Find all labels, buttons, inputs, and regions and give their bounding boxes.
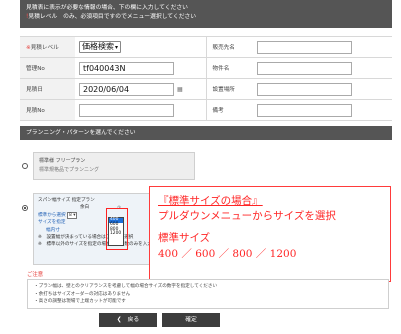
- annotation-callout: 『標準サイズの場合』 プルダウンメニューからサイズを選択 標準サイズ 400 ／…: [149, 186, 391, 282]
- remarks-input[interactable]: [257, 103, 352, 117]
- standard-select-label: 標準から選択: [38, 212, 66, 218]
- free-plan-title: 標準様 フリープラン: [39, 158, 86, 164]
- span-note-1: ※ 設置幅が決まっている場合はこちらを選択: [38, 235, 134, 241]
- span-plan-radio[interactable]: [22, 205, 28, 211]
- sales-label: 販売先名: [205, 36, 255, 58]
- instruction-line-2: !見積レベル のみ、必須項目ですのでメニュー選択してください: [26, 14, 197, 20]
- confirm-button[interactable]: 確定: [162, 313, 220, 327]
- date-label: 見積日: [20, 78, 75, 100]
- free-plan-radio[interactable]: [22, 163, 28, 169]
- level-select[interactable]: 価格検索▾: [79, 41, 122, 53]
- chevron-left-icon: ❮: [116, 317, 122, 323]
- span-margin-header: 余白: [80, 205, 90, 211]
- span-note-2: ※ 標準以外のサイズを指定の場合は、幅数のみを入力: [38, 242, 152, 248]
- free-plan-option[interactable]: 標準様 フリープラン 標準規格品でプランニング: [33, 152, 195, 180]
- size-specify-label: サイズを指定: [38, 220, 66, 226]
- manage-no-input[interactable]: tf040043N: [79, 61, 174, 75]
- margin-select[interactable]: 8 ▾: [67, 211, 78, 219]
- estimate-no-label: 見積No: [20, 99, 75, 121]
- callout-instruction: プルダウンメニューからサイズを選択: [158, 210, 336, 222]
- calendar-icon[interactable]: ▦: [177, 86, 183, 93]
- inner-width-label: 幅内寸: [46, 227, 60, 233]
- install-label: 設置場所: [205, 78, 255, 100]
- plan-section-title: プランニング・パターンを選んでください: [20, 126, 392, 140]
- manage-no-label: 管理No: [20, 57, 75, 79]
- instruction-header: 見積表に表示が必要な情報の場合、下の欄に入力してください !見積レベル のみ、必…: [20, 0, 392, 28]
- sales-input[interactable]: [257, 40, 352, 54]
- dropdown-highlight-frame: [106, 208, 128, 250]
- level-label: ※見積レベル: [20, 36, 75, 58]
- estimate-info-form: ※見積レベル 価格検索▾ 販売先名 管理No tf040043N 物件名 見積日…: [20, 36, 392, 121]
- note-item: ・余打ちはサイズオーダーの対応はありません: [34, 291, 131, 297]
- notes-title: ご注意: [27, 272, 44, 278]
- estimate-no-input[interactable]: [79, 103, 174, 117]
- note-item: ・プラン幅は、壁とのクリアランスを考慮して幅の場合サイズの数字を指定してください: [34, 284, 218, 289]
- remarks-label: 備考: [205, 99, 255, 121]
- property-label: 物件名: [205, 57, 255, 79]
- callout-size-list: 400 ／ 600 ／ 800 ／ 1200: [158, 248, 297, 260]
- install-input[interactable]: [257, 82, 352, 96]
- notes-box: ・プラン幅は、壁とのクリアランスを考慮して幅の場合サイズの数字を指定してください…: [27, 279, 389, 309]
- back-button[interactable]: ❮ 戻る: [99, 313, 157, 327]
- instruction-line-1: 見積表に表示が必要な情報の場合、下の欄に入力してください: [26, 5, 188, 11]
- callout-standard-size-label: 標準サイズ: [158, 232, 211, 244]
- callout-title: 『標準サイズの場合』: [158, 195, 263, 207]
- chevron-down-icon: ▾: [115, 44, 119, 51]
- free-plan-subtitle: 標準規格品でプランニング: [39, 167, 100, 173]
- span-plan-title: スパン幅サイズ 指定プラン: [38, 198, 95, 203]
- span-plan-option[interactable]: スパン幅サイズ 指定プラン 余白 標準から選択 8 ▾ サイズを指定 幅内寸 ※…: [33, 193, 163, 265]
- property-input[interactable]: [257, 61, 352, 75]
- date-input[interactable]: 2020/06/04: [79, 82, 174, 96]
- note-item: ・高さの調整は現場で上端カットが可能です: [34, 299, 126, 305]
